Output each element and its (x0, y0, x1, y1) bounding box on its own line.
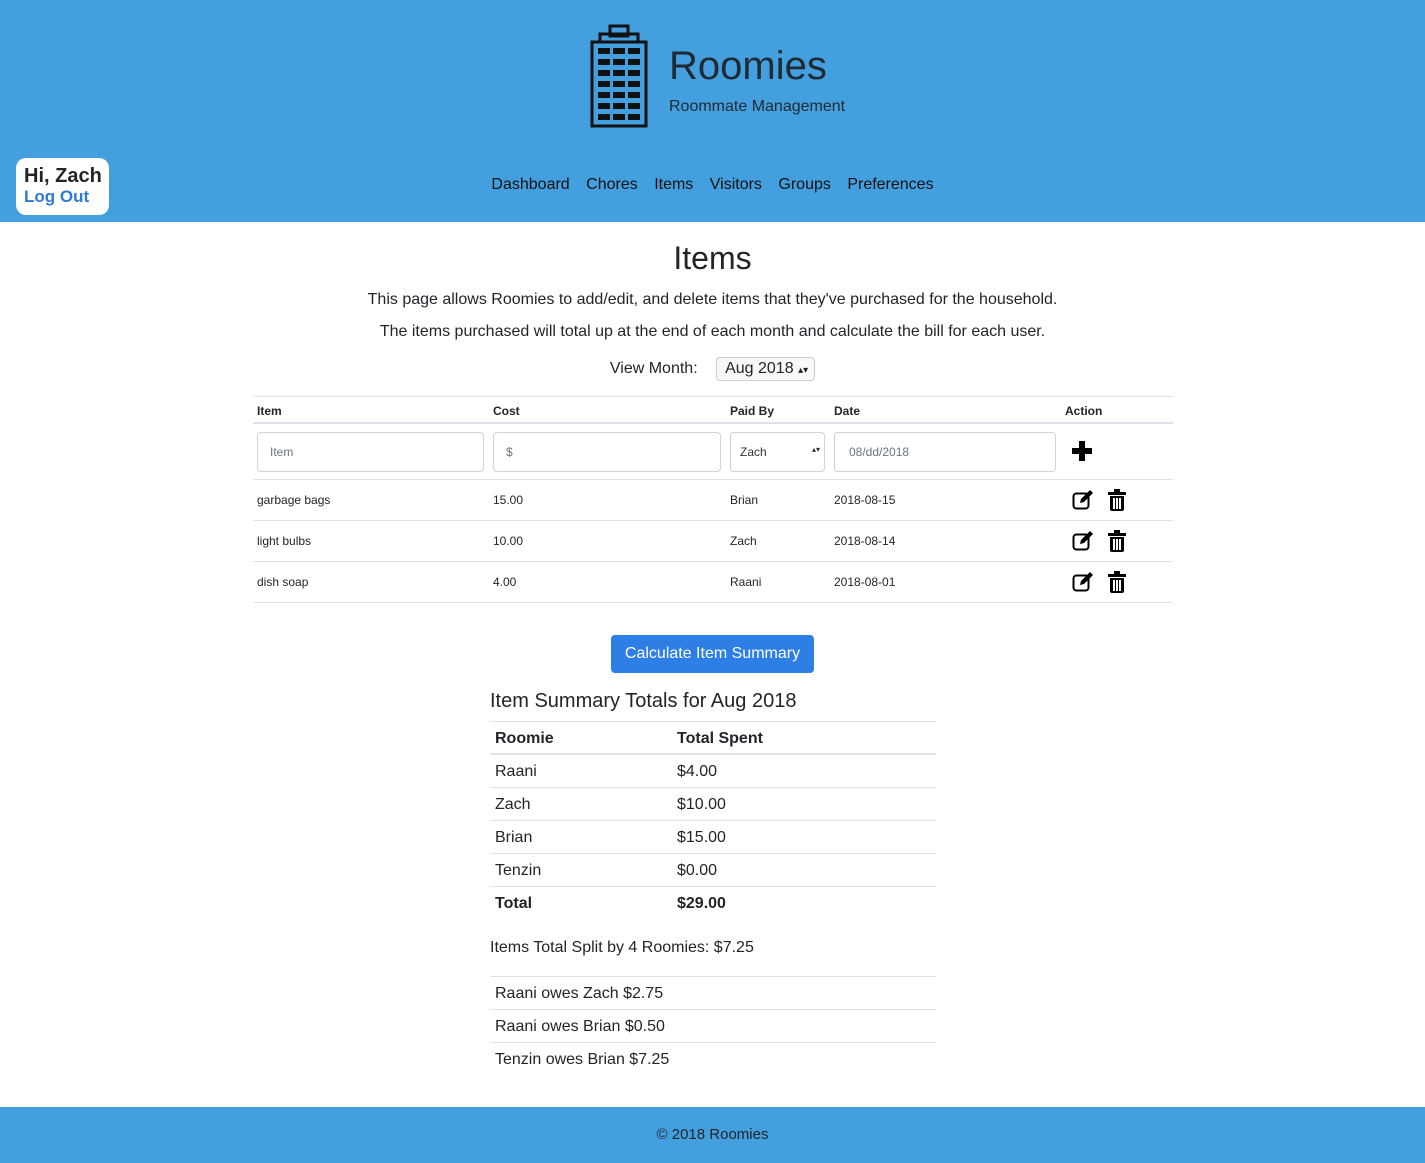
calculate-summary-button[interactable]: Calculate Item Summary (611, 635, 814, 673)
items-table-header: Item Cost Paid By Date Action (253, 396, 1173, 424)
page-title: Items (673, 240, 752, 276)
roomie-name: Zach (495, 796, 531, 813)
nav-groups[interactable]: Groups (778, 176, 830, 193)
header-action: Action (1065, 404, 1103, 418)
nav-visitors[interactable]: Visitors (710, 176, 762, 193)
brand-subtitle: Roommate Management (669, 98, 846, 115)
building-icon (590, 24, 648, 128)
month-label: View Month: (609, 360, 698, 377)
select-arrows-icon: ▴▾ (811, 445, 820, 454)
header-cost: Cost (493, 404, 520, 418)
table-row: Zach $10.00 (490, 787, 936, 820)
roomie-name: Raani (495, 763, 537, 780)
row-date: 2018-08-15 (834, 493, 896, 507)
roomie-name: Brian (495, 829, 533, 846)
summary-total-row: Total $29.00 (490, 886, 936, 919)
row-item: dish soap (257, 575, 309, 589)
header-paid-by: Paid By (730, 404, 775, 418)
roomie-name: Tenzin (495, 862, 542, 879)
list-item: Raani owes Zach $2.75 (490, 976, 936, 1009)
table-row: Brian $15.00 (490, 820, 936, 853)
split-text: Items Total Split by 4 Roomies: $7.25 (490, 939, 754, 956)
roomie-total: $0.00 (677, 862, 718, 879)
trash-icon[interactable] (1108, 530, 1126, 552)
page-description-1: This page allows Roomies to add/edit, an… (367, 291, 1058, 308)
total-value: $29.00 (677, 895, 726, 912)
row-cost: 15.00 (493, 493, 524, 507)
date-input[interactable]: 08/dd/2018 (834, 432, 1056, 472)
total-label: Total (495, 895, 533, 912)
summary-header: Roomie Total Spent (490, 721, 936, 754)
nav-preferences[interactable]: Preferences (847, 176, 933, 193)
nav-items[interactable]: Items (654, 176, 693, 193)
roomie-total: $10.00 (677, 796, 726, 813)
table-row: Raani $4.00 (490, 754, 936, 787)
page-description-2: The items purchased will total up at the… (379, 323, 1046, 340)
row-cost: 4.00 (493, 575, 517, 589)
edit-icon[interactable] (1072, 571, 1094, 593)
brand-title: Roomies (669, 44, 827, 88)
edit-icon[interactable] (1072, 530, 1094, 552)
footer: © 2018 Roomies (0, 1107, 1425, 1163)
row-item: light bulbs (257, 534, 312, 548)
table-row: dish soap 4.00 Raani 2018-08-01 (253, 562, 1173, 603)
summary-table: Roomie Total Spent Raani $4.00 Zach $10.… (490, 721, 936, 919)
month-value: Aug 2018 (725, 360, 794, 377)
paid-by-value: Zach (740, 445, 767, 459)
plus-icon[interactable] (1072, 441, 1092, 461)
header-date: Date (834, 404, 861, 418)
row-date: 2018-08-01 (834, 575, 896, 589)
list-item: Tenzin owes Brian $7.25 (490, 1042, 936, 1075)
month-select[interactable]: Aug 2018 ▴▾ (716, 357, 816, 381)
cost-input[interactable]: $ (493, 432, 721, 472)
trash-icon[interactable] (1108, 571, 1126, 593)
add-item-row: Item $ Zach ▴▾ 08/dd/2018 (253, 424, 1173, 480)
row-paid-by: Brian (730, 493, 759, 507)
row-item: garbage bags (257, 493, 331, 507)
table-row: garbage bags 15.00 Brian 2018-08-15 (253, 480, 1173, 521)
roomie-total: $15.00 (677, 829, 726, 846)
owes-list: Raani owes Zach $2.75 Raani owes Brian $… (490, 976, 936, 1075)
header-item: Item (257, 404, 282, 418)
table-row: light bulbs 10.00 Zach 2018-08-14 (253, 521, 1173, 562)
select-arrows-icon: ▴▾ (798, 365, 809, 376)
row-paid-by: Raani (730, 575, 762, 589)
header: Roomies Roommate Management Hi, Zach Log… (0, 0, 1425, 222)
row-paid-by: Zach (730, 534, 757, 548)
header-total-spent: Total Spent (677, 730, 763, 747)
summary-title: Item Summary Totals for Aug 2018 (490, 690, 797, 712)
nav-dashboard[interactable]: Dashboard (491, 176, 569, 193)
nav-chores[interactable]: Chores (586, 176, 638, 193)
items-table: Item Cost Paid By Date Action Item $ Zac… (253, 396, 1173, 603)
header-roomie: Roomie (495, 730, 554, 747)
trash-icon[interactable] (1108, 489, 1126, 511)
main-nav: Dashboard Chores Items Visitors Groups P… (0, 176, 1425, 194)
row-date: 2018-08-14 (834, 534, 896, 548)
item-input[interactable]: Item (257, 432, 484, 472)
edit-icon[interactable] (1072, 489, 1094, 511)
roomie-total: $4.00 (677, 763, 718, 780)
paid-by-select[interactable]: Zach ▴▾ (730, 432, 825, 472)
row-cost: 10.00 (493, 534, 524, 548)
month-selector-row: View Month: Aug 2018 ▴▾ (0, 357, 1425, 381)
list-item: Raani owes Brian $0.50 (490, 1009, 936, 1042)
table-row: Tenzin $0.00 (490, 853, 936, 886)
